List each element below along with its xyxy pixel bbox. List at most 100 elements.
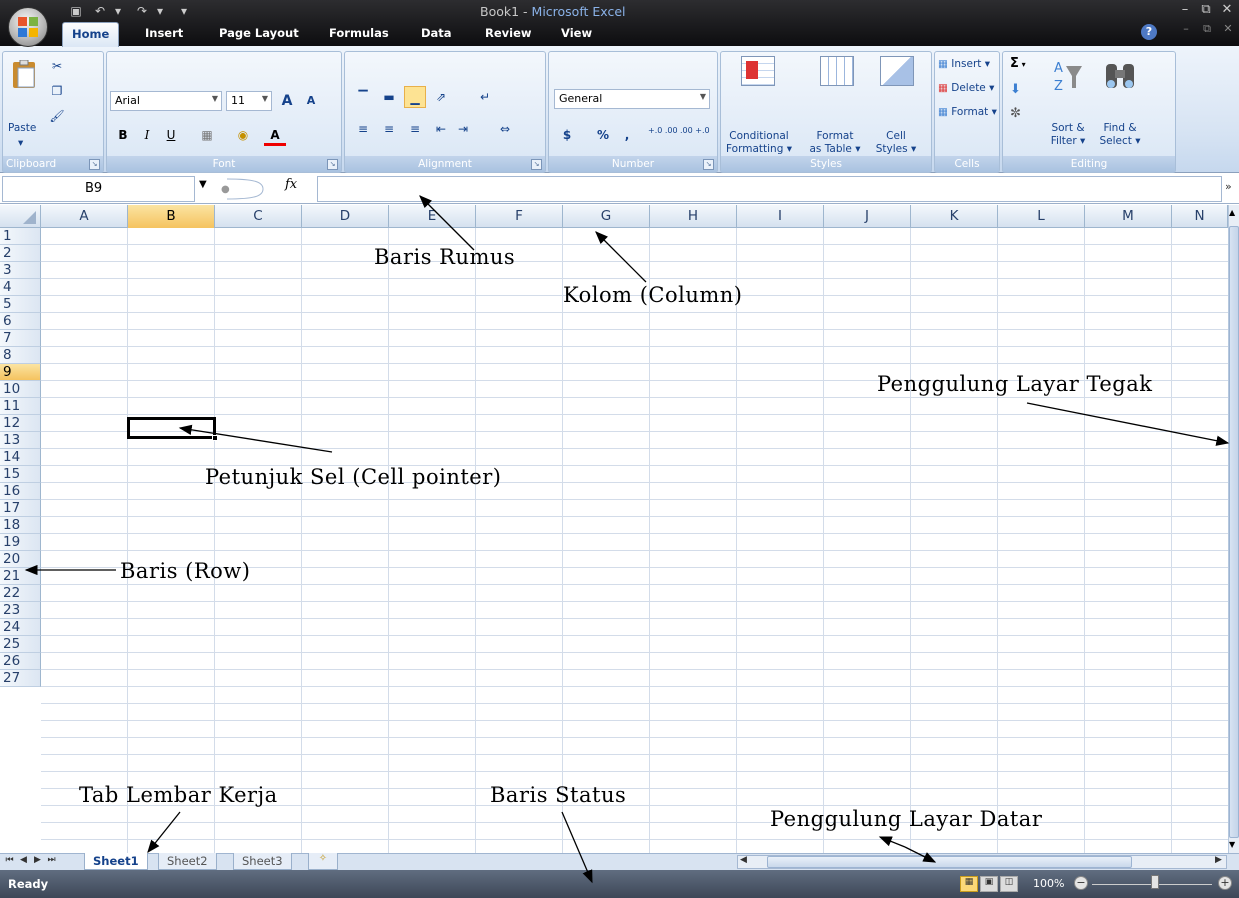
delete-cells-button[interactable]: ▦ Delete ▾ (938, 82, 994, 94)
close-icon[interactable]: ✕ (1217, 2, 1237, 17)
row-header-9[interactable]: 9 (0, 364, 41, 381)
paste-button[interactable] (8, 59, 42, 88)
redo-icon[interactable]: ↷ (134, 3, 150, 19)
zoom-out-icon[interactable]: − (1074, 876, 1088, 890)
column-header-f[interactable]: F (476, 205, 563, 228)
row-header-20[interactable]: 20 (0, 551, 41, 568)
paste-label[interactable]: Paste (8, 122, 36, 134)
redo-dropdown-icon[interactable]: ▾ (152, 3, 168, 19)
scroll-down-icon[interactable]: ▼ (1229, 840, 1235, 849)
row-header-23[interactable]: 23 (0, 602, 41, 619)
first-sheet-icon[interactable]: ⏮ (4, 855, 15, 865)
paste-dropdown-icon[interactable]: ▾ (18, 137, 23, 149)
insert-cells-button[interactable]: ▦ Insert ▾ (938, 58, 990, 70)
italic-button[interactable]: I (136, 124, 158, 146)
wrap-text-icon[interactable]: ↵ (474, 86, 496, 108)
customize-toolbar-icon[interactable]: ▾ (176, 3, 192, 19)
tab-home[interactable]: Home (62, 22, 120, 47)
column-header-d[interactable]: D (302, 205, 389, 228)
align-left-icon[interactable]: ≡ (352, 118, 374, 140)
number-format-select[interactable]: General ▼ (554, 89, 710, 109)
zoom-in-icon[interactable]: + (1218, 876, 1232, 890)
column-header-b[interactable]: B (128, 205, 215, 228)
clear-icon[interactable]: ✼ (1010, 106, 1021, 121)
scroll-left-icon[interactable]: ◀ (740, 855, 747, 865)
comma-button[interactable]: , (616, 124, 638, 146)
binoculars-icon[interactable] (1103, 58, 1137, 92)
undo-dropdown-icon[interactable]: ▾ (110, 3, 126, 19)
orientation-icon[interactable]: ⇗ (430, 86, 452, 108)
clipboard-launcher-icon[interactable]: ↘ (89, 159, 100, 170)
page-break-view-icon[interactable]: ◫ (1000, 876, 1018, 892)
column-header-a[interactable]: A (41, 205, 128, 228)
borders-icon[interactable]: ▦ (196, 124, 218, 146)
tab-insert[interactable]: Insert (136, 22, 192, 44)
tab-formulas[interactable]: Formulas (320, 22, 398, 44)
row-header-2[interactable]: 2 (0, 245, 41, 262)
cut-icon[interactable]: ✂ (46, 55, 68, 77)
zoom-level[interactable]: 100% (1033, 877, 1064, 890)
row-header-5[interactable]: 5 (0, 296, 41, 313)
percent-button[interactable]: % (592, 124, 614, 146)
column-header-m[interactable]: M (1085, 205, 1172, 228)
name-box[interactable]: B9 (2, 176, 195, 202)
row-header-6[interactable]: 6 (0, 313, 41, 330)
column-header-l[interactable]: L (998, 205, 1085, 228)
zoom-slider-thumb[interactable] (1151, 875, 1159, 889)
font-name-select[interactable]: Arial ▼ (110, 91, 222, 111)
row-header-25[interactable]: 25 (0, 636, 41, 653)
merge-center-icon[interactable]: ⇔ (494, 118, 516, 140)
conditional-formatting-button[interactable]: Conditional Formatting ▾ (724, 130, 794, 156)
column-header-n[interactable]: N (1172, 205, 1228, 228)
conditional-formatting-icon[interactable] (741, 56, 775, 86)
currency-button[interactable]: $ (556, 124, 578, 146)
format-painter-icon[interactable]: 🖌 (46, 105, 68, 127)
fill-color-icon[interactable]: ◉ (232, 124, 254, 146)
align-center-icon[interactable]: ≡ (378, 118, 400, 140)
sort-filter-button[interactable]: Sort & Filter ▾ (1046, 122, 1090, 148)
row-header-16[interactable]: 16 (0, 483, 41, 500)
page-layout-view-icon[interactable]: ▣ (980, 876, 998, 892)
row-header-19[interactable]: 19 (0, 534, 41, 551)
font-color-button[interactable]: A (264, 124, 286, 146)
row-header-14[interactable]: 14 (0, 449, 41, 466)
row-header-11[interactable]: 11 (0, 398, 41, 415)
column-header-j[interactable]: J (824, 205, 911, 228)
tab-review[interactable]: Review (476, 22, 541, 44)
name-box-dropdown-icon[interactable]: ▼ (199, 179, 207, 190)
row-header-26[interactable]: 26 (0, 653, 41, 670)
column-header-c[interactable]: C (215, 205, 302, 228)
align-bottom-icon[interactable]: ▁ (404, 86, 426, 108)
insert-sheet-icon[interactable]: ✧ (308, 853, 338, 870)
fill-icon[interactable]: ⬇ (1010, 82, 1021, 97)
sheet-tab-sheet3[interactable]: Sheet3 (233, 853, 292, 870)
row-header-27[interactable]: 27 (0, 670, 41, 687)
row-header-4[interactable]: 4 (0, 279, 41, 296)
format-cells-button[interactable]: ▦ Format ▾ (938, 106, 997, 118)
next-sheet-icon[interactable]: ▶ (32, 855, 43, 865)
undo-icon[interactable]: ↶ (92, 3, 108, 19)
help-icon[interactable]: ? (1141, 24, 1157, 40)
prev-sheet-icon[interactable]: ◀ (18, 855, 29, 865)
autosum-button[interactable]: Σ ▾ (1010, 56, 1026, 71)
cell-styles-button[interactable]: Cell Styles ▾ (870, 130, 922, 156)
row-header-1[interactable]: 1 (0, 228, 41, 245)
column-header-k[interactable]: K (911, 205, 998, 228)
select-all-corner[interactable] (0, 205, 41, 228)
minimize-icon[interactable]: – (1175, 2, 1195, 17)
format-as-table-icon[interactable] (820, 56, 854, 86)
format-as-table-button[interactable]: Format as Table ▾ (802, 130, 868, 156)
scroll-up-icon[interactable]: ▲ (1229, 208, 1235, 217)
font-size-select[interactable]: 11 ▼ (226, 91, 272, 111)
align-top-icon[interactable]: ▔ (352, 86, 374, 108)
column-header-e[interactable]: E (389, 205, 476, 228)
worksheet-grid[interactable] (41, 228, 1228, 853)
sort-filter-icon[interactable]: AZ (1052, 56, 1084, 96)
grow-font-button[interactable]: A (276, 90, 298, 112)
align-right-icon[interactable]: ≡ (404, 118, 426, 140)
insert-function-button[interactable]: fx (285, 177, 297, 192)
row-header-7[interactable]: 7 (0, 330, 41, 347)
normal-view-icon[interactable]: ▦ (960, 876, 978, 892)
vertical-scroll-thumb[interactable] (1229, 226, 1239, 838)
alignment-launcher-icon[interactable]: ↘ (531, 159, 542, 170)
